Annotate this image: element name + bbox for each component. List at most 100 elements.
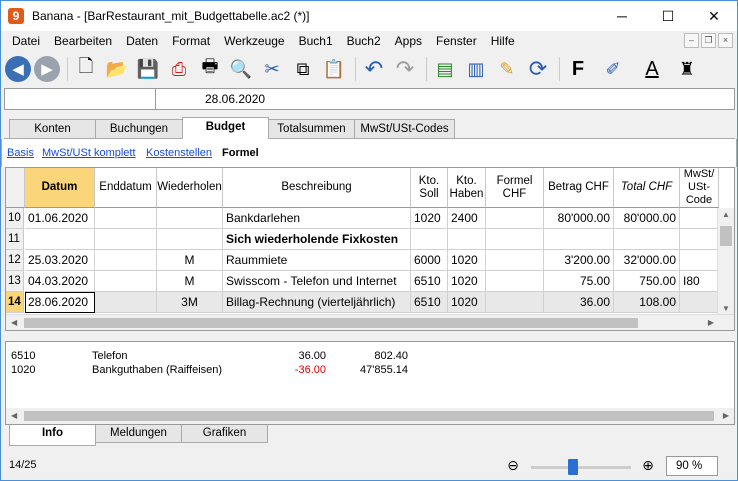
zoom-slider-handle[interactable] [568, 459, 578, 475]
cell-kto-haben[interactable]: 1020 [448, 250, 486, 271]
view-formel[interactable]: Formel [222, 147, 259, 159]
cell-datum[interactable]: 01.06.2020 [25, 208, 95, 229]
open-folder-icon[interactable]: 📂 [103, 55, 131, 83]
cell-beschreibung[interactable]: Raummiete [223, 250, 411, 271]
cell-total[interactable]: 108.00 [614, 292, 680, 313]
tab-grafiken[interactable]: Grafiken [181, 425, 268, 443]
menu-bearbeiten[interactable]: Bearbeiten [47, 34, 119, 48]
cell-enddatum[interactable] [95, 208, 157, 229]
print-preview-icon[interactable]: 🔍 [227, 55, 255, 83]
scroll-left-icon[interactable]: ◀ [11, 411, 17, 420]
cell-datum[interactable]: 04.03.2020 [25, 271, 95, 292]
tab-mwst-codes[interactable]: MwSt/USt-Codes [354, 119, 455, 139]
redo-icon[interactable]: ↷ [391, 55, 419, 83]
mdi-close-button[interactable]: × [718, 33, 733, 48]
tab-totalsummen[interactable]: Totalsummen [268, 119, 355, 139]
cell-kto-soll[interactable]: 6510 [411, 271, 448, 292]
cell-wiederholen[interactable]: 3M [157, 292, 223, 313]
cell-total[interactable] [614, 229, 680, 250]
zoom-in-icon[interactable]: ⊕ [639, 456, 657, 474]
tab-konten[interactable]: Konten [9, 119, 96, 139]
menu-buch1[interactable]: Buch1 [292, 34, 340, 48]
tab-budget[interactable]: Budget [182, 117, 269, 139]
edit-icon[interactable]: ✎ [493, 55, 521, 83]
horizontal-scrollbar[interactable]: ◀ ▶ [6, 314, 734, 330]
new-file-icon[interactable]: 🗋 [72, 55, 100, 83]
cell-formel[interactable] [486, 292, 544, 313]
cell-enddatum[interactable] [95, 250, 157, 271]
mdi-restore-button[interactable]: ❐ [701, 33, 716, 48]
maximize-button[interactable]: ☐ [645, 1, 691, 31]
info-scroll-thumb[interactable] [24, 411, 714, 421]
menu-werkzeuge[interactable]: Werkzeuge [217, 34, 291, 48]
col-betrag-chf[interactable]: Betrag CHF [544, 168, 614, 208]
menu-fenster[interactable]: Fenster [429, 34, 484, 48]
col-total-chf[interactable]: Total CHF [614, 168, 680, 208]
menu-format[interactable]: Format [165, 34, 217, 48]
cell-kto-haben[interactable] [448, 229, 486, 250]
cell-wiederholen[interactable]: M [157, 271, 223, 292]
col-wiederholen[interactable]: Wiederholen [157, 168, 223, 208]
cell-wiederholen[interactable]: M [157, 250, 223, 271]
cell-mwst-code[interactable]: I80 [680, 271, 719, 292]
font-color-icon[interactable]: A [634, 55, 670, 83]
cell-kto-haben[interactable]: 1020 [448, 292, 486, 313]
row-number[interactable]: 11 [6, 229, 24, 250]
back-icon[interactable]: ◀ [5, 56, 31, 82]
insert-row-icon[interactable]: ▤ [431, 55, 459, 83]
cell-betrag[interactable]: 80'000.00 [544, 208, 614, 229]
view-mwst-komplett[interactable]: MwSt/USt komplett [42, 147, 136, 159]
mdi-minimize-button[interactable]: – [684, 33, 699, 48]
cell-wiederholen[interactable] [157, 229, 223, 250]
pdf-icon[interactable]: ⎙ [165, 55, 193, 83]
row-number[interactable]: 10 [6, 208, 24, 229]
cell-beschreibung[interactable]: Sich wiederholende Fixkosten [223, 229, 411, 250]
cell-datum[interactable]: 25.03.2020 [25, 250, 95, 271]
zoom-level[interactable]: 90 % [666, 456, 718, 476]
view-basis[interactable]: Basis [7, 147, 34, 159]
col-enddatum[interactable]: Enddatum [95, 168, 157, 208]
cell-total[interactable]: 80'000.00 [614, 208, 680, 229]
cell-total[interactable]: 750.00 [614, 271, 680, 292]
cell-enddatum[interactable] [95, 271, 157, 292]
menu-datei[interactable]: Datei [1, 34, 47, 48]
vertical-scrollbar[interactable]: ▲ ▼ [717, 208, 734, 315]
row-number[interactable]: 12 [6, 250, 24, 271]
col-formel-chf[interactable]: Formel CHF [486, 168, 544, 208]
cell-formel[interactable] [486, 271, 544, 292]
tab-info[interactable]: Info [9, 425, 96, 446]
cell-formel[interactable] [486, 250, 544, 271]
copy-icon[interactable]: ⧉ [289, 55, 317, 83]
highlight-icon[interactable]: ✐ [595, 55, 631, 83]
recalculate-icon[interactable]: ⟳ [524, 55, 552, 83]
col-kto-haben[interactable]: Kto. Haben [448, 168, 486, 208]
cell-kto-haben[interactable]: 1020 [448, 271, 486, 292]
tab-meldungen[interactable]: Meldungen [95, 425, 182, 443]
cell-betrag[interactable]: 75.00 [544, 271, 614, 292]
cell-formel[interactable] [486, 229, 544, 250]
print-icon[interactable]: 🖶 [196, 55, 224, 83]
cell-mwst-code[interactable] [680, 250, 719, 271]
scroll-down-icon[interactable]: ▼ [722, 304, 730, 313]
scroll-right-icon[interactable]: ▶ [723, 411, 729, 420]
cell-wiederholen[interactable] [157, 208, 223, 229]
menu-apps[interactable]: Apps [388, 34, 429, 48]
menu-buch2[interactable]: Buch2 [340, 34, 388, 48]
col-beschreibung[interactable]: Beschreibung [223, 168, 411, 208]
vertical-scroll-thumb[interactable] [720, 226, 732, 246]
cell-enddatum[interactable] [95, 229, 157, 250]
info-horizontal-scrollbar[interactable]: ◀ ▶ [6, 408, 734, 424]
castle-icon[interactable]: ♜ [673, 55, 701, 83]
col-datum[interactable]: Datum [25, 168, 95, 208]
cell-mwst-code[interactable] [680, 292, 719, 313]
paste-icon[interactable]: 📋 [320, 55, 348, 83]
zoom-slider[interactable] [531, 459, 631, 475]
col-mwst-code[interactable]: MwSt/ USt- Code [680, 168, 719, 208]
cell-kto-soll[interactable]: 1020 [411, 208, 448, 229]
menu-hilfe[interactable]: Hilfe [484, 34, 522, 48]
cell-betrag[interactable]: 36.00 [544, 292, 614, 313]
row-number[interactable]: 14 [6, 292, 24, 313]
cell-datum[interactable] [25, 229, 95, 250]
scroll-left-icon[interactable]: ◀ [11, 318, 17, 327]
zoom-out-icon[interactable]: ⊖ [504, 456, 522, 474]
